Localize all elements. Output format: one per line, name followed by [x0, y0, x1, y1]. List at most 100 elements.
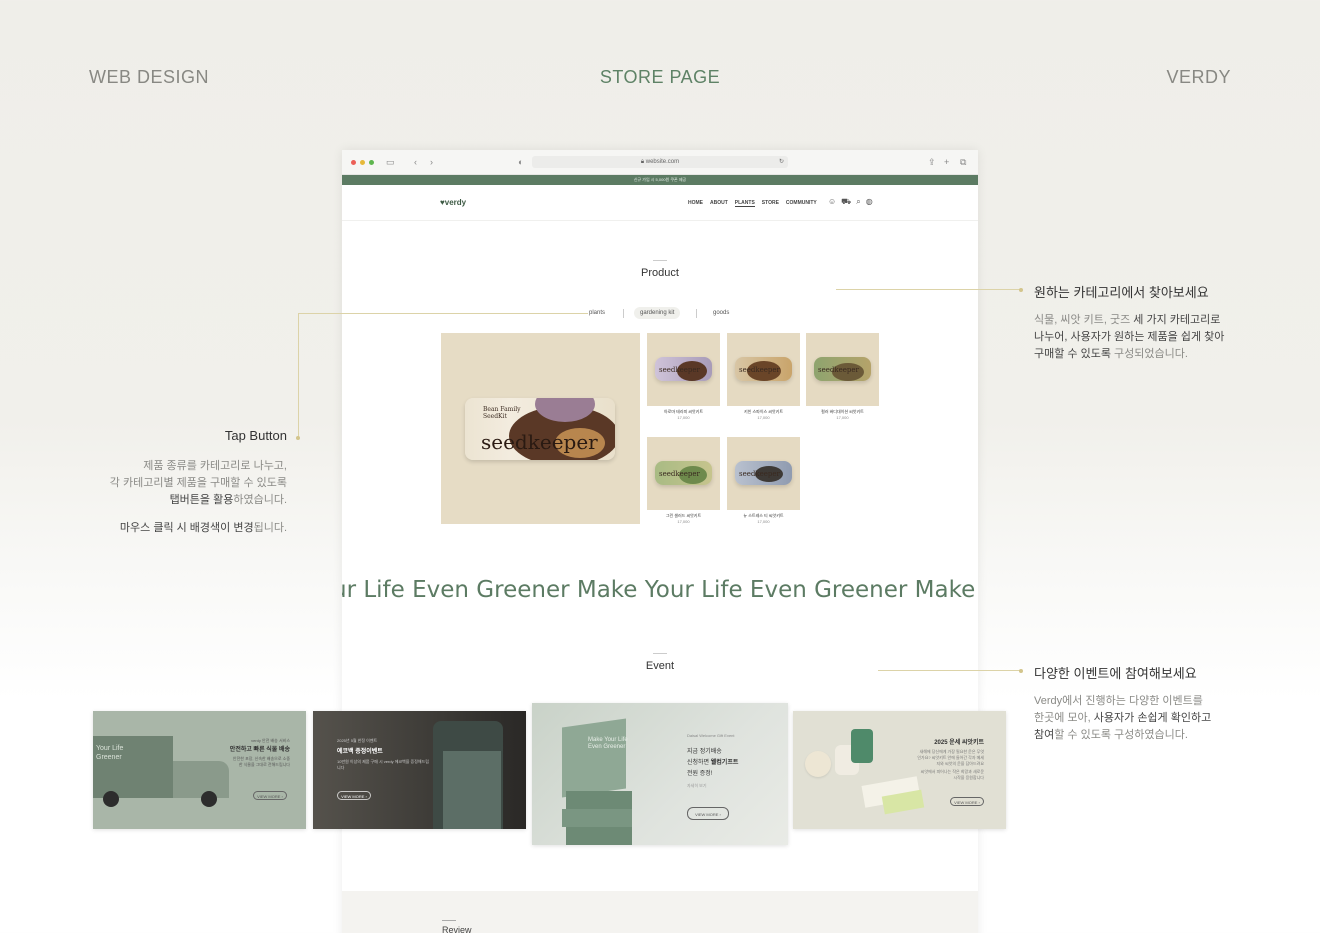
product-title: Product	[641, 267, 679, 279]
gift-overlay-text: Make Your Life Even Greener	[588, 737, 628, 750]
shield-icon[interactable]: ◐	[518, 156, 523, 168]
nav-home[interactable]: HOME	[688, 200, 703, 207]
category-tabs: plants gardening kit goods	[582, 307, 742, 319]
url-text: website.com	[645, 159, 680, 165]
product-card-kitchen[interactable]: seedkeeper	[727, 333, 800, 406]
event-card-ecobag[interactable]: 2025년 5월 한정 이벤트 에코백 증정이벤트 10만원 이상의 제품 구매…	[313, 711, 526, 829]
view-more-button[interactable]: VIEW MORE ›	[337, 791, 371, 800]
user-icon[interactable]: ☺	[828, 197, 836, 207]
event-desc: 안전한 포장, 신속한 배송으로 소중한 식물을 그대로 전해드립니다	[232, 756, 290, 767]
nav-about[interactable]: ABOUT	[710, 200, 728, 207]
pot-illustration	[805, 751, 831, 777]
main-menu: HOME ABOUT PLANTS STORE COMMUNITY	[688, 200, 817, 207]
nav-community[interactable]: COMMUNITY	[786, 200, 817, 207]
cart-icon[interactable]: ⛟	[841, 197, 851, 207]
url-bar[interactable]: 🔒︎ website.com ↻	[532, 156, 788, 168]
product-divider	[653, 260, 667, 261]
event-line2: 신청하면 웰컴기프트	[687, 760, 739, 766]
product-price: 17,000	[677, 415, 690, 420]
category-annotation-body: 식물, 씨앗 키트, 굿즈 세 가지 카테고리로 나누어, 사용자가 원하는 제…	[1034, 314, 1225, 360]
event-label: 2025년 5월 한정 이벤트	[337, 738, 378, 743]
event-sub: 자세히 보기	[687, 783, 707, 788]
pack-line1: Bean Family	[483, 406, 521, 413]
forward-icon[interactable]: ›	[430, 156, 433, 168]
site-nav: ♥︎verdy HOME ABOUT PLANTS STORE COMMUNIT…	[342, 185, 978, 221]
reload-icon[interactable]: ↻	[779, 156, 784, 168]
review-title: Review	[442, 925, 472, 933]
pack-line2: SeedKit	[483, 413, 507, 420]
sidebar-icon[interactable]: ▭	[386, 156, 395, 168]
event-desc: 10만원 이상의 제품 구매 시 verdy 에코백을 증정해드립니다	[337, 759, 429, 770]
nav-icons: ☺ ⛟ ⌕ ◍	[828, 197, 873, 207]
pack-thumb: seedkeeper	[655, 357, 712, 381]
event-annotation-body: Verdy에서 진행하는 다양한 이벤트를 한곳에 모아, 사용자가 손쉽게 확…	[1034, 695, 1212, 741]
promo-banner[interactable]: 신규 가입 시 5,000원 쿠폰 제공	[342, 175, 978, 185]
marquee-slogan: ur Life Even Greener Make Your Life Even…	[342, 577, 978, 603]
event-title: 2025 운세 씨앗키트	[934, 740, 984, 746]
product-card-tea[interactable]: seedkeeper	[727, 437, 800, 510]
event-line3: 전원 증정!	[687, 771, 713, 777]
pack-thumb: seedkeeper	[735, 461, 792, 485]
connector-dot	[1019, 288, 1023, 292]
pack-thumb: seedkeeper	[655, 461, 712, 485]
tab-gardening-kit[interactable]: gardening kit	[634, 307, 681, 319]
tab-divider	[623, 309, 624, 318]
view-more-button[interactable]: VIEW MORE ›	[687, 807, 729, 820]
nav-store[interactable]: STORE	[762, 200, 779, 207]
share-icon[interactable]: ⇪	[928, 156, 936, 168]
header-verdy: VERDY	[1166, 67, 1231, 87]
event-title: 안전하고 빠른 식물 배송	[229, 747, 290, 753]
new-tab-icon[interactable]: +	[944, 156, 949, 168]
event-card-delivery[interactable]: Your Life Greener verdy 안전 배송 서비스 안전하고 빠…	[93, 711, 306, 829]
tap-annotation-body: 제품 종류를 카테고리로 나누고, 각 카테고리별 제품을 구매할 수 있도록 …	[109, 460, 287, 534]
event-divider	[653, 653, 667, 654]
review-divider	[442, 920, 456, 921]
header-store-page: STORE PAGE	[599, 67, 721, 87]
gift-box-illustration	[562, 718, 626, 798]
product-price: 17,000	[836, 415, 849, 420]
product-price: 17,000	[757, 415, 770, 420]
pack-thumb: seedkeeper	[735, 357, 792, 381]
connector-line	[298, 313, 299, 438]
product-card-aroma[interactable]: seedkeeper	[647, 333, 720, 406]
truck-overlay-text: Your Life Greener	[96, 745, 124, 761]
connector-dot	[1019, 669, 1023, 673]
event-desc-2: 씨앗에서 피어나는 작은 희망과 새로운 시작을 응원합니다	[920, 769, 984, 780]
event-line1: 지금 정기배송	[687, 749, 722, 755]
event-label: Daisal Welcome Gift Event	[687, 733, 735, 738]
event-card-welcome-gift[interactable]: Make Your Life Even Greener Daisal Welco…	[532, 703, 788, 845]
category-annotation-title: 원하는 카테고리에서 찾아보세요	[1034, 285, 1209, 300]
product-price: 17,000	[757, 519, 770, 524]
tabs-icon[interactable]: ⧉	[960, 156, 966, 168]
event-annotation-title: 다양한 이벤트에 참여해보세요	[1034, 666, 1197, 681]
featured-product-image[interactable]: Bean Family SeedKit seedkeeper	[441, 333, 640, 524]
event-desc: 새해에 당신에게 가장 필요한 운은 무엇인가요? 씨앗키트 안에 들어간 각자…	[917, 749, 984, 766]
product-card-color[interactable]: seedkeeper	[806, 333, 879, 406]
pack-brand: seedkeeper	[481, 430, 598, 454]
connector-line	[298, 313, 588, 314]
browser-toolbar: ▭ ‹ › ◐ 🔒︎ website.com ↻ ⇪ + ⧉	[342, 150, 978, 175]
review-section	[342, 891, 978, 933]
tab-divider	[696, 309, 697, 318]
product-card-salad[interactable]: seedkeeper	[647, 437, 720, 510]
connector-line	[878, 670, 1022, 671]
globe-icon[interactable]: ◍	[866, 197, 873, 207]
maximize-dot-icon[interactable]	[369, 160, 374, 165]
view-more-button[interactable]: VIEW MORE ›	[950, 797, 984, 806]
connector-line	[836, 289, 1022, 290]
product-price: 17,000	[677, 519, 690, 524]
event-card-fortune-kit[interactable]: 2025 운세 씨앗키트 새해에 당신에게 가장 필요한 운은 무엇인가요? 씨…	[793, 711, 1006, 829]
pack-thumb: seedkeeper	[814, 357, 871, 381]
tab-goods[interactable]: goods	[713, 307, 729, 319]
tab-plants[interactable]: plants	[589, 307, 605, 319]
close-dot-icon[interactable]	[351, 160, 356, 165]
site-logo[interactable]: ♥︎verdy	[440, 198, 466, 207]
search-icon[interactable]: ⌕	[856, 197, 860, 207]
minimize-dot-icon[interactable]	[360, 160, 365, 165]
connector-dot	[296, 436, 300, 440]
back-icon[interactable]: ‹	[414, 156, 417, 168]
seed-pack: Bean Family SeedKit seedkeeper	[465, 398, 615, 460]
nav-plants[interactable]: PLANTS	[734, 200, 755, 207]
tap-annotation-title: Tap Button	[224, 428, 287, 443]
view-more-button[interactable]: VIEW MORE ›	[253, 791, 287, 800]
